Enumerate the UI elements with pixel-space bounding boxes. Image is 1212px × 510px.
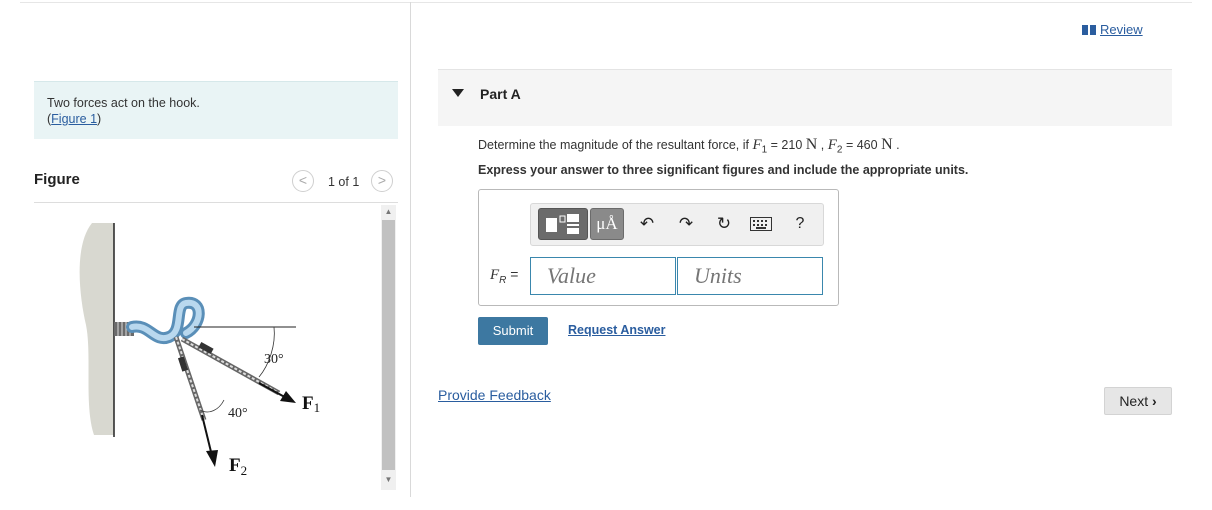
answer-box: μÅ ↶ ↷ ↻ ? FR = [478,189,839,306]
chevron-right-icon: › [1152,393,1157,409]
next-label: Next [1119,393,1149,409]
panel-divider [410,2,411,497]
figure-image: 30° 40° F1 F2 [34,205,379,495]
units-input[interactable] [677,257,823,295]
templates-button[interactable] [538,208,588,240]
value-input[interactable] [530,257,676,295]
figure-rule [34,202,398,203]
pager-text: 1 of 1 [328,175,360,189]
next-button[interactable]: Next › [1104,387,1172,415]
part-header[interactable]: Part A [438,69,1172,126]
reset-icon[interactable]: ↻ [713,212,735,236]
keyboard-icon[interactable] [750,212,772,236]
undo-icon[interactable]: ↶ [636,212,658,236]
instruction-text: Express your answer to three significant… [478,163,969,177]
prev-figure-button[interactable]: < [292,170,314,192]
intro-box: Two forces act on the hook. (Figure 1) [34,81,398,139]
f2-arrowhead [206,450,218,467]
wall-shadow [79,223,114,435]
angle-40-label: 40° [228,406,248,421]
intro-text: Two forces act on the hook. [47,96,200,110]
provide-feedback-link[interactable]: Provide Feedback [438,387,551,403]
hook-diagram: 30° 40° F1 F2 [79,223,320,478]
angle-arc-40 [199,399,225,413]
figure-title: Figure [34,171,80,188]
f2-symbol: F [827,137,837,153]
f1-label: F1 [302,393,320,415]
redo-icon[interactable]: ↷ [675,212,697,236]
top-rule [20,2,1192,3]
figure-scroll-thumb[interactable] [382,220,395,470]
templates-icon [546,214,579,234]
math-toolbar: μÅ ↶ ↷ ↻ ? [530,203,824,246]
question-text: Determine the magnitude of the resultant… [478,136,900,156]
figure-link[interactable]: Figure 1 [51,112,97,126]
f1-symbol: F [752,137,762,153]
angle-30-label: 30° [264,352,284,367]
review-label: Review [1100,22,1143,37]
f2-label: F2 [229,455,247,478]
help-icon[interactable]: ? [789,212,811,236]
scroll-down-icon[interactable]: ▼ [381,473,396,487]
review-link[interactable]: Review [1082,22,1143,37]
submit-button[interactable]: Submit [478,317,548,345]
figure-reference: (Figure 1) [47,112,101,126]
units-button[interactable]: μÅ [590,208,624,240]
part-title: Part A [480,86,521,102]
collapse-caret-icon[interactable] [452,89,464,97]
f1-arrowhead [280,391,296,403]
paren-close: ) [97,112,102,126]
book-icon [1082,25,1096,35]
answer-label: FR = [490,266,519,286]
next-figure-button[interactable]: > [371,170,393,192]
scroll-up-icon[interactable]: ▲ [381,205,396,219]
request-answer-link[interactable]: Request Answer [568,323,665,337]
